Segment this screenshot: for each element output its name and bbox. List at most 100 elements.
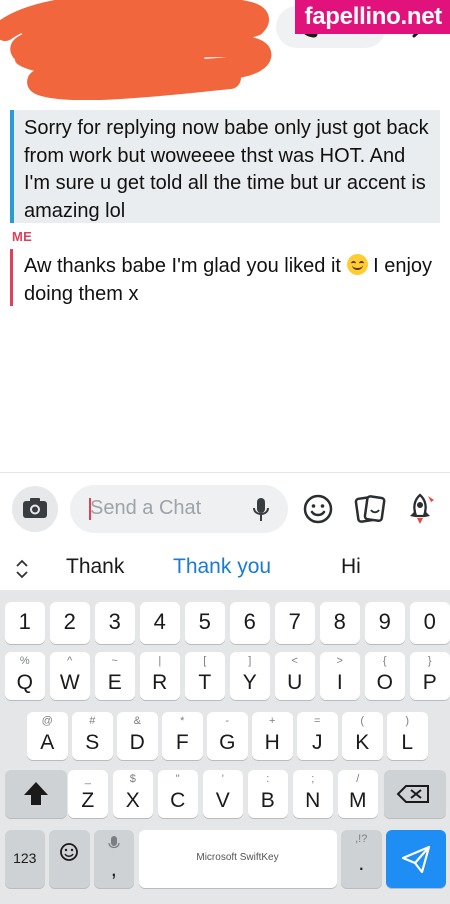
key-symbol-label: ~ xyxy=(111,655,118,667)
outgoing-message[interactable]: Aw thanks babe I'm glad you liked it I e… xyxy=(10,249,440,306)
key-label: G xyxy=(219,731,236,754)
key-label: X xyxy=(125,789,140,812)
key-3[interactable]: 3 xyxy=(94,602,135,644)
key-s[interactable]: # S xyxy=(72,712,113,760)
key-label: O xyxy=(376,671,393,694)
space-key[interactable]: Microsoft SwiftKey xyxy=(138,830,337,888)
key-o[interactable]: {O xyxy=(364,652,405,700)
key-g[interactable]: -G xyxy=(207,712,248,760)
key-label: K xyxy=(355,731,370,754)
key-label: T xyxy=(198,671,212,694)
keyboard-suggestion-bar: Thank Thank you Hi xyxy=(0,548,450,590)
key-m[interactable]: / M xyxy=(337,770,378,818)
key-symbol-label: & xyxy=(133,715,141,727)
key-i[interactable]: > I xyxy=(319,652,360,700)
key-d[interactable]: & D xyxy=(117,712,158,760)
key-u[interactable]: < U xyxy=(274,652,315,700)
key-b[interactable]: :B xyxy=(247,770,288,818)
emoji-key[interactable] xyxy=(49,830,90,888)
key-c[interactable]: " C xyxy=(157,770,198,818)
key-label: 9 xyxy=(378,609,391,634)
microphone-icon[interactable] xyxy=(250,496,272,524)
send-key[interactable] xyxy=(386,830,446,888)
emoji-key-icon xyxy=(60,843,79,861)
key-e[interactable]: ~ E xyxy=(94,652,135,700)
key-label: 5 xyxy=(198,609,211,634)
incoming-message[interactable]: Sorry for replying now babe only just go… xyxy=(10,110,440,223)
camera-button[interactable] xyxy=(12,486,58,532)
backspace-icon xyxy=(396,785,429,803)
key-label: W xyxy=(59,671,80,694)
chat-input-placeholder: Send a Chat xyxy=(90,497,202,519)
emoji-button-icon[interactable] xyxy=(302,493,334,525)
key-p[interactable]: } P xyxy=(409,652,450,700)
key-x[interactable]: $ X xyxy=(112,770,153,818)
suggestion-thank[interactable]: Thank xyxy=(66,555,124,579)
key-l[interactable]: ) L xyxy=(387,712,428,760)
key-label: C xyxy=(170,789,186,812)
key-5[interactable]: 5 xyxy=(184,602,225,644)
key-symbol-label: < xyxy=(291,655,298,667)
key-r[interactable]: | R xyxy=(139,652,180,700)
sender-label-me: ME xyxy=(12,229,33,244)
comma-key[interactable]: , xyxy=(93,830,134,888)
key-z[interactable]: _ Z xyxy=(67,770,108,818)
key-0[interactable]: 0 xyxy=(409,602,450,644)
key-label: 1 xyxy=(18,609,31,634)
suggestion-hi[interactable]: Hi xyxy=(341,555,361,579)
incoming-message-bar xyxy=(10,110,14,223)
suggestion-thank-you[interactable]: Thank you xyxy=(173,555,271,579)
sticker-icon[interactable] xyxy=(354,493,386,525)
key-6[interactable]: 6 xyxy=(229,602,270,644)
key-label: 7 xyxy=(288,609,301,634)
key-label: R xyxy=(152,671,168,694)
key-f[interactable]: * F xyxy=(162,712,203,760)
key-w[interactable]: ^ W xyxy=(49,652,90,700)
key-label: I xyxy=(336,671,343,694)
key-symbol-label: ( xyxy=(360,715,365,727)
key-symbol-label: @ xyxy=(41,715,53,727)
backspace-key[interactable] xyxy=(383,770,446,818)
key-q[interactable]: % Q xyxy=(4,652,45,700)
key-h[interactable]: + H xyxy=(252,712,293,760)
key-symbol-label: % xyxy=(19,655,30,667)
key-symbol-label: ) xyxy=(405,715,410,727)
outgoing-text-part1: Aw thanks babe I'm glad you liked it xyxy=(24,255,347,277)
key-t[interactable]: [T xyxy=(184,652,225,700)
key-7[interactable]: 7 xyxy=(274,602,315,644)
watermark: fapellino.net xyxy=(294,0,450,34)
key-label: S xyxy=(85,731,100,754)
key-symbol-label: / xyxy=(356,773,360,785)
key-k[interactable]: (K xyxy=(342,712,383,760)
swiftkey-keyboard: 1 2 3 4 5 6 7 8 9 0% Q ^ W ~ E | R[T] Y < U > I{O} P @ A # S & D * F - G… xyxy=(0,590,450,904)
key-label: M xyxy=(349,789,367,812)
key-8[interactable]: 8 xyxy=(319,602,360,644)
key-y[interactable]: ] Y xyxy=(229,652,270,700)
key-label: 3 xyxy=(108,609,121,634)
key-a[interactable]: @ A xyxy=(27,712,68,760)
key-label: U xyxy=(287,671,303,694)
period-key[interactable]: ,!?. xyxy=(341,830,382,888)
key-label: V xyxy=(215,789,230,812)
key-9[interactable]: 9 xyxy=(364,602,405,644)
numbers-key[interactable]: 123 xyxy=(4,830,45,888)
send-icon xyxy=(401,845,431,874)
key-4[interactable]: 4 xyxy=(139,602,180,644)
key-1[interactable]: 1 xyxy=(4,602,45,644)
redaction-scribble xyxy=(0,0,272,100)
camera-icon xyxy=(23,498,47,518)
key-symbol-label: ^ xyxy=(67,655,73,667)
expand-chevron-icon[interactable] xyxy=(14,558,30,580)
key-symbol-label: } xyxy=(427,655,432,667)
key-j[interactable]: = J xyxy=(297,712,338,760)
key-symbol-label: " xyxy=(175,773,180,785)
key-symbol-label: ] xyxy=(248,655,252,667)
rocket-icon[interactable] xyxy=(404,492,436,526)
shift-key[interactable] xyxy=(4,770,67,818)
key-label: P xyxy=(422,671,437,694)
key-2[interactable]: 2 xyxy=(49,602,90,644)
key-symbol-label: _ xyxy=(84,773,91,785)
key-label: L xyxy=(401,731,414,754)
key-n[interactable]: ; N xyxy=(292,770,333,818)
key-v[interactable]: ' V xyxy=(202,770,243,818)
